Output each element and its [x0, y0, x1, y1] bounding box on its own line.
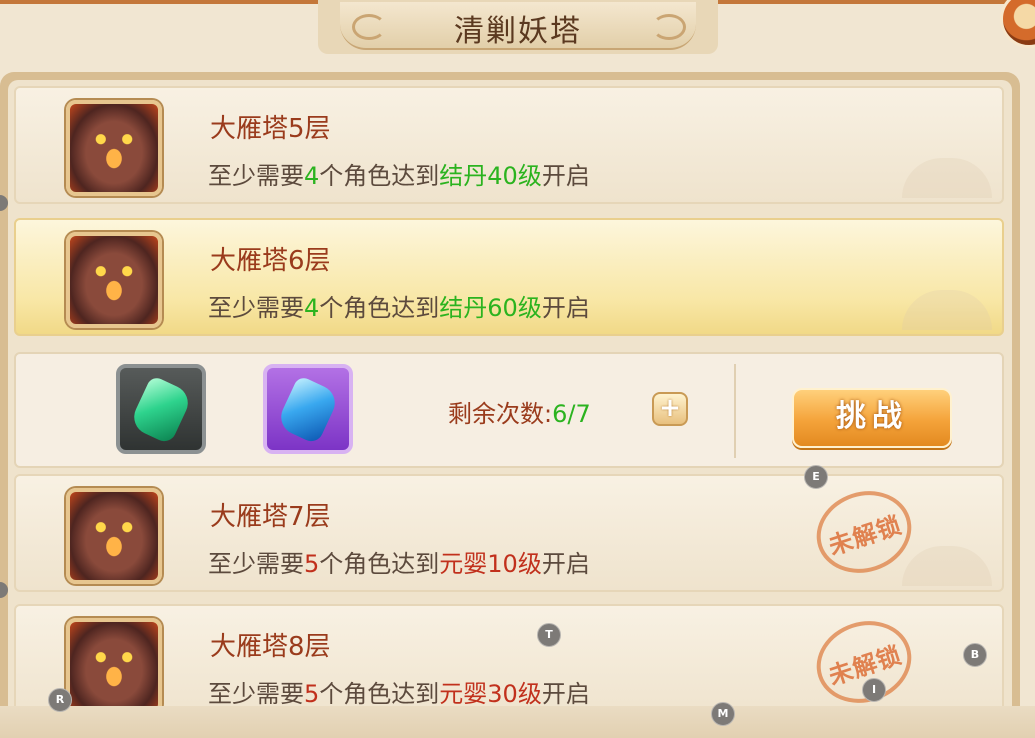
demon-portrait-icon [66, 100, 162, 196]
marker-r: R [48, 688, 72, 712]
marker-m: M [711, 702, 735, 726]
floor-row-6[interactable]: 大雁塔6层 至少需要4个角色达到结丹60级开启 [14, 218, 1004, 336]
reward-item-slot[interactable] [263, 364, 353, 454]
floor-name: 大雁塔6层 [210, 246, 331, 276]
add-attempts-button[interactable]: + [652, 392, 688, 426]
required-count: 5 [304, 680, 320, 708]
floor-requirement: 至少需要4个角色达到结丹60级开启 [208, 294, 590, 322]
required-level: 结丹40级 [439, 162, 542, 190]
divider [734, 364, 736, 458]
cloud-ornament-icon [902, 546, 992, 586]
locked-stamp-text: 未解锁 [825, 510, 906, 561]
marker-e: E [804, 465, 828, 489]
floor-row-7[interactable]: 大雁塔7层 至少需要5个角色达到元婴10级开启 未解锁 [14, 474, 1004, 592]
required-count: 4 [304, 162, 320, 190]
floor-row-8[interactable]: 大雁塔8层 至少需要5个角色达到元婴30级开启 未解锁 [14, 604, 1004, 722]
reward-item-slot[interactable] [116, 364, 206, 454]
required-level: 结丹60级 [439, 294, 542, 322]
demon-portrait-icon [66, 618, 162, 714]
cloud-ornament-icon [902, 158, 992, 198]
floor-requirement: 至少需要5个角色达到元婴10级开启 [208, 550, 590, 578]
required-level: 元婴30级 [439, 680, 542, 708]
demon-portrait-icon [66, 232, 162, 328]
green-gem-icon [128, 374, 194, 446]
locked-stamp-icon: 未解锁 [805, 609, 923, 715]
floor-row-5[interactable]: 大雁塔5层 至少需要4个角色达到结丹40级开启 [14, 86, 1004, 204]
floor-action-bar: 剩余次数:6/7 + 挑战 [14, 352, 1004, 468]
window-title: 清剿妖塔 [454, 14, 582, 49]
marker-t: T [537, 623, 561, 647]
demon-portrait-icon [66, 488, 162, 584]
required-count: 5 [304, 550, 320, 578]
floor-requirement: 至少需要4个角色达到结丹40级开启 [208, 162, 590, 190]
marker-i: I [862, 678, 886, 702]
remaining-attempts-value: 6/7 [552, 400, 591, 428]
floor-name: 大雁塔8层 [210, 632, 331, 662]
close-button[interactable] [1000, 0, 1035, 48]
floor-requirement: 至少需要5个角色达到元婴30级开启 [208, 680, 590, 708]
bottom-strip [0, 706, 1035, 738]
challenge-button[interactable]: 挑战 [792, 388, 952, 448]
cloud-ornament-icon [902, 290, 992, 330]
required-level: 元婴10级 [439, 550, 542, 578]
blue-gem-icon [275, 374, 341, 446]
remaining-attempts: 剩余次数:6/7 [448, 400, 591, 428]
marker-b: B [963, 643, 987, 667]
floor-name: 大雁塔5层 [210, 114, 331, 144]
floor-name: 大雁塔7层 [210, 502, 331, 532]
required-count: 4 [304, 294, 320, 322]
